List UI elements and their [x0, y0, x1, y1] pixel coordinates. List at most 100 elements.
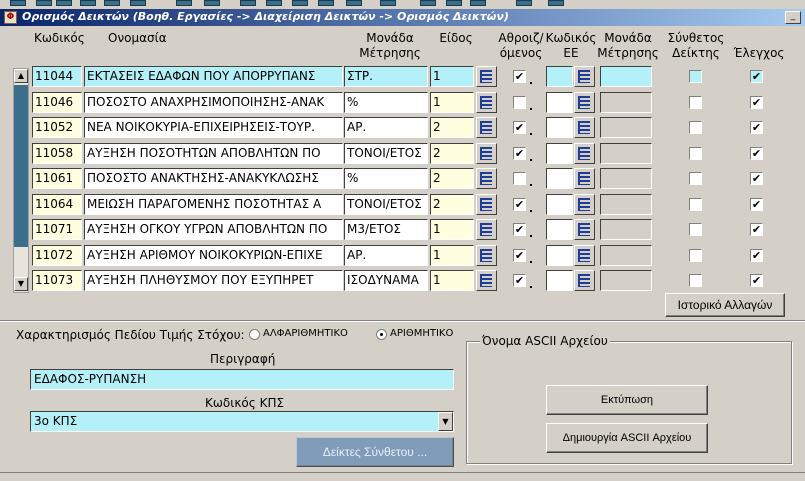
toolbar-button[interactable] — [420, 0, 436, 6]
aggregated-checkbox[interactable]: ✔ — [513, 70, 526, 83]
aggregated-checkbox[interactable]: ✔ — [513, 249, 526, 262]
composite-checkbox[interactable] — [689, 249, 702, 262]
toolbar-button[interactable] — [548, 0, 564, 6]
indicator-unit-cell[interactable]: ΤΟΝΟΙ/ΕΤΟΣ — [344, 194, 428, 215]
indicator-code-cell[interactable]: 11072 — [32, 245, 82, 266]
indicator-code-cell[interactable]: 11046 — [32, 92, 82, 113]
indicator-unit-cell[interactable]: % — [344, 92, 428, 113]
create-ascii-button[interactable]: Δημιουργία ASCII Αρχείου — [546, 423, 708, 453]
aggregated-checkbox[interactable]: ✔ — [513, 223, 526, 236]
indicator-unit-cell[interactable]: Μ3/ΕΤΟΣ — [344, 219, 428, 240]
indicator-unit-cell[interactable]: % — [344, 168, 428, 189]
ee-code-lov-button[interactable] — [574, 194, 595, 215]
indicator-type-cell[interactable]: 1 — [430, 219, 474, 240]
indicator-unit-cell[interactable]: ΑΡ. — [344, 245, 428, 266]
indicator-name-cell[interactable]: ΠΟΣΟΣΤΟ ΑΝΑΚΤΗΣΗΣ-ΑΝΑΚΥΚΛΩΣΗΣ — [84, 168, 343, 189]
indicator-type-cell[interactable]: 2 — [430, 117, 474, 138]
scroll-thumb[interactable] — [14, 85, 28, 247]
scroll-up-arrow[interactable]: ▲ — [14, 69, 28, 83]
ee-code-lov-button[interactable] — [574, 143, 595, 164]
toolbar-button[interactable] — [240, 0, 256, 6]
check-checkbox[interactable]: ✔ — [750, 274, 763, 287]
indicator-code-cell[interactable]: 11071 — [32, 219, 82, 240]
ee-code-cell[interactable] — [546, 194, 573, 215]
check-checkbox[interactable]: ✔ — [750, 249, 763, 262]
indicator-name-cell[interactable]: ΑΥΞΗΣΗ ΠΟΣΟΤΗΤΩΝ ΑΠΟΒΛΗΤΩΝ ΠΟ — [84, 143, 343, 164]
indicator-code-cell[interactable]: 11058 — [32, 143, 82, 164]
indicator-unit-cell[interactable]: ΑΡ. — [344, 117, 428, 138]
history-button[interactable]: Ιστορικό Αλλαγών — [665, 293, 785, 317]
type-lov-button[interactable] — [476, 219, 497, 240]
ee-code-lov-button[interactable] — [574, 245, 595, 266]
toolbar-button[interactable] — [80, 0, 96, 6]
ee-code-lov-button[interactable] — [574, 219, 595, 240]
indicator-name-cell[interactable]: ΜΕΙΩΣΗ ΠΑΡΑΓΟΜΕΝΗΣ ΠΟΣΟΤΗΤΑΣ Α — [84, 194, 343, 215]
type-lov-button[interactable] — [476, 270, 497, 291]
indicator-name-cell[interactable]: ΑΥΞΗΣΗ ΟΓΚΟΥ ΥΓΡΩΝ ΑΠΟΒΛΗΤΩΝ ΠΟ — [84, 219, 343, 240]
toolbar-button[interactable] — [318, 0, 334, 6]
toolbar-button[interactable] — [176, 0, 192, 6]
check-checkbox[interactable]: ✔ — [750, 147, 763, 160]
toolbar-button[interactable] — [470, 0, 486, 6]
toolbar-button[interactable] — [292, 0, 308, 6]
type-lov-button[interactable] — [476, 92, 497, 113]
check-checkbox[interactable]: ✔ — [750, 172, 763, 185]
composite-checkbox[interactable] — [689, 121, 702, 134]
indicator-code-cell[interactable]: 11064 — [32, 194, 82, 215]
type-lov-button[interactable] — [476, 168, 497, 189]
toolbar-button[interactable] — [130, 0, 146, 6]
radio-alphanumeric[interactable] — [249, 329, 260, 340]
kps-select[interactable]: 3ο ΚΠΣ ▼ — [30, 411, 454, 432]
indicator-type-cell[interactable]: 2 — [430, 194, 474, 215]
aggregated-checkbox[interactable]: ✔ — [513, 147, 526, 160]
indicator-type-cell[interactable]: 1 — [430, 66, 474, 87]
scroll-down-arrow[interactable]: ▼ — [14, 277, 28, 291]
composite-checkbox[interactable] — [689, 96, 702, 109]
aggregated-checkbox[interactable] — [513, 96, 526, 109]
window-title-bar[interactable]: Φ Ορισμός Δεικτών (Βοηθ. Εργασίες -> Δια… — [0, 9, 805, 26]
composite-indicators-button[interactable]: Δείκτες Σύνθετου ... — [296, 437, 454, 467]
indicator-type-cell[interactable]: 2 — [430, 143, 474, 164]
grid-scrollbar[interactable]: ▲ ▼ — [13, 68, 29, 293]
toolbar-button[interactable] — [516, 0, 532, 6]
aggregated-checkbox[interactable]: ✔ — [513, 121, 526, 134]
toolbar-button[interactable] — [36, 0, 52, 6]
ee-code-lov-button[interactable] — [574, 168, 595, 189]
description-field[interactable]: ΕΔΑΦΟΣ-ΡΥΠΑΝΣΗ — [30, 369, 454, 390]
type-lov-button[interactable] — [476, 194, 497, 215]
composite-checkbox[interactable] — [689, 223, 702, 236]
indicator-code-cell[interactable]: 11073 — [32, 270, 82, 291]
composite-checkbox[interactable] — [689, 70, 702, 83]
indicator-name-cell[interactable]: ΕΚΤΑΣΕΙΣ ΕΔΑΦΩΝ ΠΟΥ ΑΠΟΡΡΥΠΑΝΣ — [84, 66, 343, 87]
indicator-name-cell[interactable]: ΑΥΞΗΣΗ ΠΛΗΘΥΣΜΟΥ ΠΟΥ ΕΞΥΠΗΡΕΤ — [84, 270, 343, 291]
check-checkbox[interactable]: ✔ — [750, 223, 763, 236]
check-checkbox[interactable]: ✔ — [750, 121, 763, 134]
composite-checkbox[interactable] — [689, 147, 702, 160]
indicator-unit-cell[interactable]: ΤΟΝΟΙ/ΕΤΟΣ — [344, 143, 428, 164]
ee-code-cell[interactable] — [546, 117, 573, 138]
indicator-name-cell[interactable]: ΠΟΣΟΣΤΟ ΑΝΑΧΡΗΣΙΜΟΠΟΙΗΣΗΣ-ΑΝΑΚ — [84, 92, 343, 113]
type-lov-button[interactable] — [476, 245, 497, 266]
minimize-button[interactable]: _ — [785, 11, 801, 24]
ee-code-cell[interactable] — [546, 168, 573, 189]
composite-checkbox[interactable] — [689, 274, 702, 287]
indicator-type-cell[interactable]: 2 — [430, 168, 474, 189]
type-lov-button[interactable] — [476, 66, 497, 87]
ee-code-cell[interactable] — [546, 245, 573, 266]
indicator-code-cell[interactable]: 11044 — [32, 66, 82, 87]
indicator-code-cell[interactable]: 11052 — [32, 117, 82, 138]
toolbar-button[interactable] — [56, 0, 72, 6]
toolbar-button[interactable] — [380, 0, 396, 6]
check-checkbox[interactable]: ✔ — [750, 96, 763, 109]
indicator-name-cell[interactable]: ΝΕΑ ΝΟΙΚΟΚΥΡΙΑ-ΕΠΙΧΕΙΡΗΣΕΙΣ-ΤΟΥΡ. — [84, 117, 343, 138]
ee-code-cell[interactable] — [546, 219, 573, 240]
toolbar-button[interactable] — [266, 0, 282, 6]
composite-checkbox[interactable] — [689, 198, 702, 211]
indicator-type-cell[interactable]: 1 — [430, 245, 474, 266]
ee-code-lov-button[interactable] — [574, 66, 595, 87]
indicator-type-cell[interactable]: 1 — [430, 270, 474, 291]
indicator-unit-cell[interactable]: ΙΣΟΔΥΝΑΜΑ — [344, 270, 428, 291]
composite-checkbox[interactable] — [689, 172, 702, 185]
toolbar-button[interactable] — [446, 0, 462, 6]
ee-code-cell[interactable] — [546, 143, 573, 164]
